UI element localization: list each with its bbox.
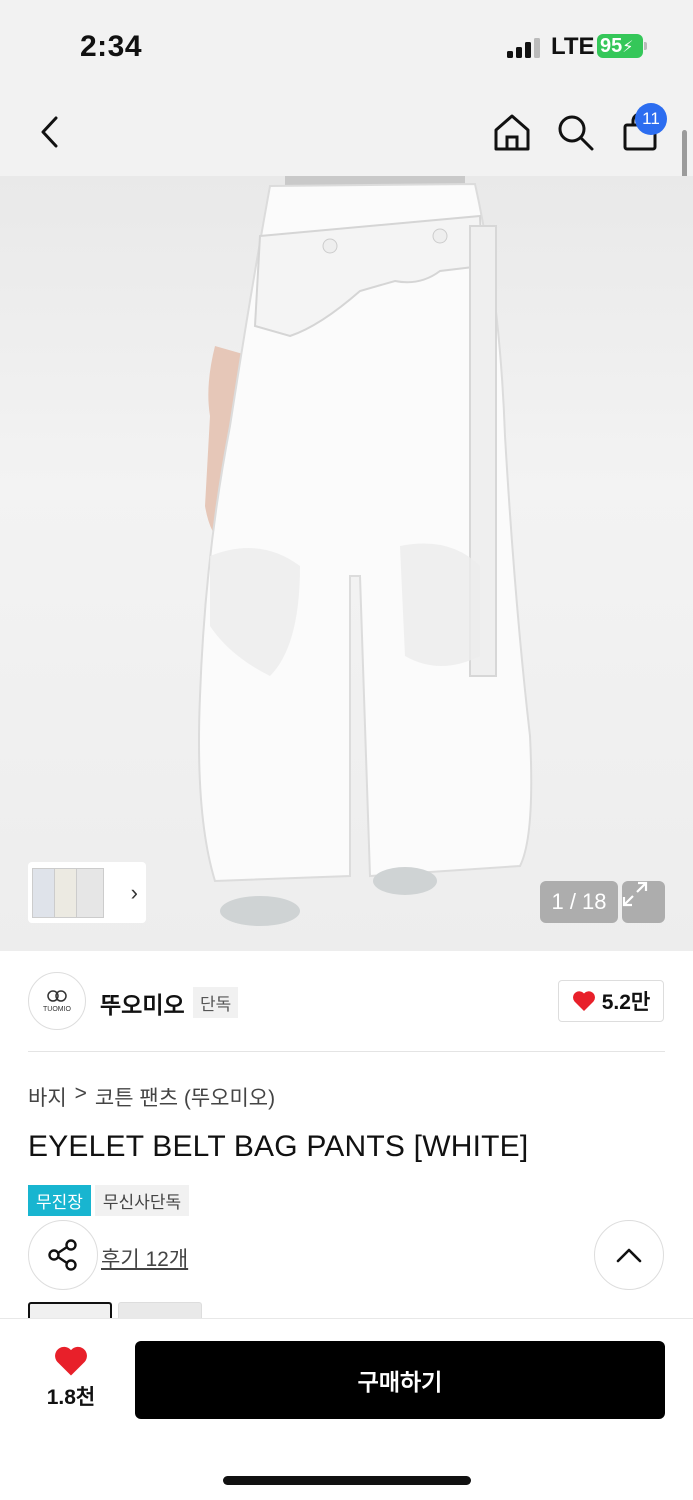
network-type: LTE <box>551 33 595 60</box>
home-indicator <box>223 1476 471 1485</box>
buy-button[interactable]: 구매하기 <box>135 1341 665 1419</box>
divider <box>28 1051 665 1052</box>
product-image-gallery[interactable]: › 1 / 18 <box>0 176 693 951</box>
signal-icon <box>507 38 540 58</box>
wishlist-count: 1.8천 <box>46 1386 96 1409</box>
battery-cap <box>644 42 647 50</box>
chevron-left-icon <box>41 116 58 148</box>
tag-mujinjang: 무진장 <box>28 1185 91 1216</box>
product-title: EYELET BELT BAG PANTS [WHITE] <box>28 1130 529 1163</box>
chevron-up-icon <box>616 1248 642 1263</box>
thumbnail-image[interactable] <box>76 867 104 918</box>
status-bar: 2:34 LTE 95⚡ <box>0 0 693 90</box>
brand-logo-mark <box>47 989 67 1002</box>
exclusive-badge: 단독 <box>193 987 239 1018</box>
share-icon <box>48 1239 77 1271</box>
image-counter: 1 / 18 <box>540 881 618 923</box>
cart-count-badge: 11 <box>635 103 667 135</box>
heart-icon <box>572 991 595 1011</box>
home-icon <box>494 114 530 151</box>
charging-icon: ⚡ <box>622 39 634 56</box>
search-icon <box>558 115 594 151</box>
top-nav <box>0 90 693 176</box>
review-link[interactable]: 후기 12개 <box>101 1243 188 1273</box>
breadcrumb-category[interactable]: 바지 <box>28 1082 67 1112</box>
chevron-right-icon[interactable]: › <box>131 880 138 906</box>
product-tags: 무진장 무신사단독 <box>28 1185 190 1216</box>
expand-icon <box>622 881 648 907</box>
expand-button[interactable] <box>622 881 665 923</box>
brand-name[interactable]: 뚜오미오 <box>100 986 185 1020</box>
status-time: 2:34 <box>80 30 143 63</box>
bottom-action-bar: 1.8천 구매하기 <box>0 1318 693 1500</box>
breadcrumb: 바지 > 코튼 팬츠 (뚜오미오) <box>28 1082 275 1112</box>
brand-logo[interactable]: TUOMIO <box>28 972 86 1030</box>
share-button[interactable] <box>28 1220 98 1290</box>
tag-musinsa-exclusive: 무신사단독 <box>94 1185 190 1216</box>
wishlist-button[interactable]: 1.8천 <box>40 1345 102 1415</box>
brand-like-button[interactable]: 5.2만 <box>558 980 664 1022</box>
breadcrumb-subcategory[interactable]: 코튼 팬츠 (뚜오미오) <box>95 1082 275 1112</box>
product-photo <box>198 176 533 926</box>
brand-like-count: 5.2만 <box>601 991 651 1014</box>
search-button[interactable] <box>553 110 597 154</box>
heart-icon <box>55 1346 87 1376</box>
back-button[interactable] <box>28 110 72 154</box>
battery-indicator: 95⚡ <box>597 34 643 58</box>
home-button[interactable] <box>490 110 534 154</box>
brand-logo-text: TUOMIO <box>43 1005 71 1013</box>
breadcrumb-separator: > <box>74 1082 87 1105</box>
scroll-top-button[interactable] <box>594 1220 664 1290</box>
thumbnail-strip[interactable]: › <box>28 862 146 923</box>
battery-level: 95 <box>600 35 623 57</box>
